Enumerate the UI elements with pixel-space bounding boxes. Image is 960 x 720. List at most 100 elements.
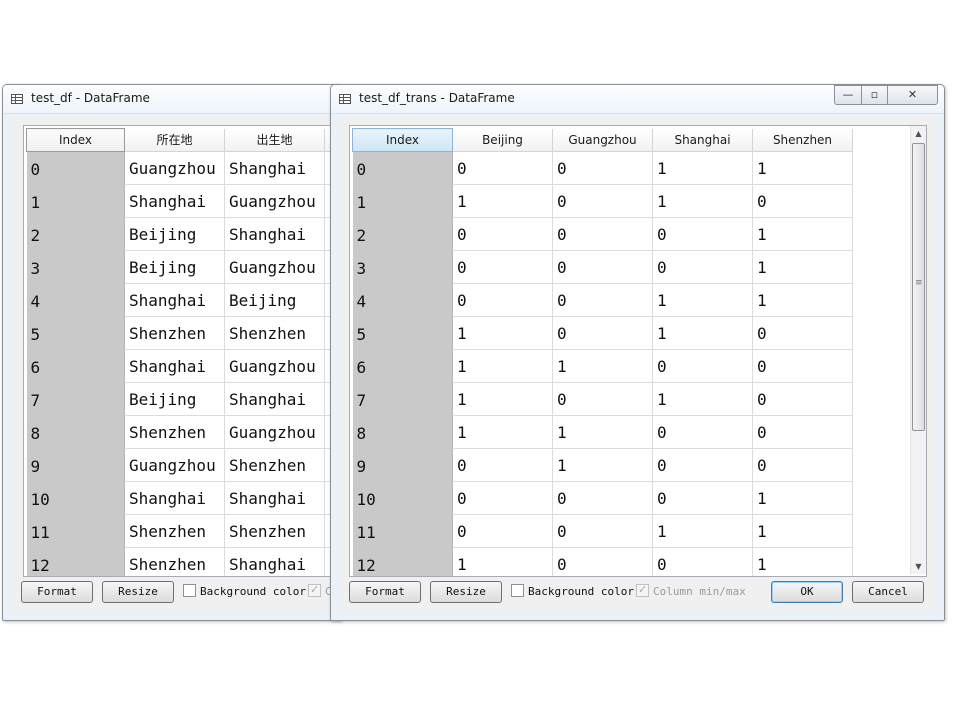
table-cell[interactable]: Shanghai: [224, 151, 325, 185]
table-cell[interactable]: Guangzhou: [124, 448, 225, 482]
table-cell[interactable]: 1: [652, 283, 753, 317]
table-cell[interactable]: 1: [752, 481, 853, 515]
table-cell[interactable]: 0: [752, 382, 853, 416]
table-cell[interactable]: Guangzhou: [224, 250, 325, 284]
ok-button[interactable]: OK: [771, 581, 843, 603]
table-cell[interactable]: 0: [552, 217, 653, 251]
table-cell[interactable]: Shanghai: [124, 349, 225, 383]
table-cell[interactable]: 0: [652, 349, 753, 383]
table-cell[interactable]: 1: [552, 448, 653, 482]
table-row[interactable]: 90100: [352, 448, 853, 482]
row-index-cell[interactable]: 11: [352, 514, 453, 548]
column-header-beijing[interactable]: Beijing: [452, 128, 553, 152]
row-index-cell[interactable]: 0: [26, 151, 125, 185]
table-row[interactable]: 11 Shenzhen Shenzhen: [26, 514, 341, 548]
table-cell[interactable]: 1: [652, 382, 753, 416]
table-cell[interactable]: 0: [452, 448, 553, 482]
table-cell[interactable]: 1: [752, 217, 853, 251]
table-cell[interactable]: Shenzhen: [124, 514, 225, 548]
column-minmax-checkbox[interactable]: ✓ Column min/max: [636, 583, 746, 600]
table-row[interactable]: 40011: [352, 283, 853, 317]
table-cell[interactable]: 0: [552, 250, 653, 284]
table-row[interactable]: 51010: [352, 316, 853, 350]
table-cell[interactable]: 1: [552, 415, 653, 449]
checkbox-box[interactable]: [511, 584, 524, 597]
dataframe-table[interactable]: Index 所在地 出生地 0 Guangzhou Shanghai 1 Shangha…: [23, 125, 341, 577]
column-header-shanghai[interactable]: Shanghai: [652, 128, 753, 152]
row-index-cell[interactable]: 4: [352, 283, 453, 317]
row-index-cell[interactable]: 3: [352, 250, 453, 284]
table-row[interactable]: 71010: [352, 382, 853, 416]
maximize-button[interactable]: ▫: [861, 85, 888, 105]
table-cell[interactable]: 0: [752, 448, 853, 482]
format-button[interactable]: Format: [21, 581, 93, 603]
table-cell[interactable]: 0: [752, 184, 853, 218]
vertical-scrollbar[interactable]: ▲ ≡ ▼: [910, 126, 926, 574]
table-cell[interactable]: Shenzhen: [124, 547, 225, 576]
column-header-location[interactable]: 所在地: [124, 128, 225, 152]
table-row[interactable]: 10 0 0 0 1: [352, 481, 853, 515]
table-cell[interactable]: 1: [652, 151, 753, 185]
resize-button[interactable]: Resize: [102, 581, 174, 603]
table-row[interactable]: 11010: [352, 184, 853, 218]
table-cell[interactable]: 0: [652, 547, 753, 576]
table-cell[interactable]: Shanghai: [224, 382, 325, 416]
table-cell[interactable]: 0: [452, 151, 553, 185]
table-cell[interactable]: 1: [752, 151, 853, 185]
table-cell[interactable]: 0: [552, 283, 653, 317]
table-cell[interactable]: 1: [552, 349, 653, 383]
row-index-cell[interactable]: 0: [352, 151, 453, 185]
table-cell[interactable]: 0: [552, 514, 653, 548]
table-cell[interactable]: Guangzhou: [124, 151, 225, 185]
table-cell[interactable]: 0: [652, 481, 753, 515]
row-index-cell[interactable]: 5: [352, 316, 453, 350]
table-cell[interactable]: Shenzhen: [224, 316, 325, 350]
table-cell[interactable]: 0: [452, 283, 553, 317]
scrollbar-thumb[interactable]: ≡: [912, 143, 925, 431]
table-cell[interactable]: Shanghai: [224, 547, 325, 576]
table-cell[interactable]: 1: [452, 382, 553, 416]
row-index-cell[interactable]: 9: [26, 448, 125, 482]
table-row[interactable]: 9 Guangzhou Shenzhen: [26, 448, 341, 482]
close-button[interactable]: ✕: [887, 85, 938, 105]
table-row[interactable]: 1 Shanghai Guangzhou: [26, 184, 341, 218]
table-row[interactable]: 11 0 0 1 1: [352, 514, 853, 548]
table-cell[interactable]: Shanghai: [124, 481, 225, 515]
row-index-cell[interactable]: 4: [26, 283, 125, 317]
table-cell[interactable]: Beijing: [124, 382, 225, 416]
table-cell[interactable]: 0: [652, 217, 753, 251]
table-cell[interactable]: Shenzhen: [124, 316, 225, 350]
table-cell[interactable]: 1: [452, 184, 553, 218]
column-header-shenzhen[interactable]: Shenzhen: [752, 128, 853, 152]
table-cell[interactable]: Guangzhou: [224, 415, 325, 449]
row-index-cell[interactable]: 2: [26, 217, 125, 251]
table-cell[interactable]: Beijing: [124, 250, 225, 284]
row-index-cell[interactable]: 11: [26, 514, 125, 548]
scroll-down-icon[interactable]: ▼: [911, 559, 926, 574]
column-minmax-checkbox[interactable]: ✓ C: [308, 583, 332, 600]
table-row[interactable]: 00011: [352, 151, 853, 185]
table-cell[interactable]: 0: [652, 415, 753, 449]
table-cell[interactable]: 1: [652, 316, 753, 350]
table-cell[interactable]: 1: [452, 415, 553, 449]
table-row[interactable]: 6 Shanghai Guangzhou: [26, 349, 341, 383]
table-cell[interactable]: 1: [752, 514, 853, 548]
table-row[interactable]: 4 Shanghai Beijing: [26, 283, 341, 317]
table-row[interactable]: 3 Beijing Guangzhou: [26, 250, 341, 284]
table-cell[interactable]: 0: [552, 316, 653, 350]
row-index-cell[interactable]: 7: [352, 382, 453, 416]
table-cell[interactable]: 1: [652, 184, 753, 218]
table-cell[interactable]: 0: [752, 415, 853, 449]
table-cell[interactable]: 0: [552, 184, 653, 218]
scroll-up-icon[interactable]: ▲: [911, 126, 926, 141]
dataframe-table[interactable]: Index Beijing Guangzhou Shanghai Shenzhe…: [349, 125, 927, 577]
table-row[interactable]: 0 Guangzhou Shanghai: [26, 151, 341, 185]
table-cell[interactable]: Shenzhen: [224, 448, 325, 482]
row-index-cell[interactable]: 12: [352, 547, 453, 576]
table-row[interactable]: 8 Shenzhen Guangzhou: [26, 415, 341, 449]
row-index-cell[interactable]: 1: [26, 184, 125, 218]
row-index-cell[interactable]: 7: [26, 382, 125, 416]
table-row[interactable]: 10 Shanghai Shanghai: [26, 481, 341, 515]
table-cell[interactable]: Shanghai: [124, 184, 225, 218]
table-cell[interactable]: Shenzhen: [224, 514, 325, 548]
